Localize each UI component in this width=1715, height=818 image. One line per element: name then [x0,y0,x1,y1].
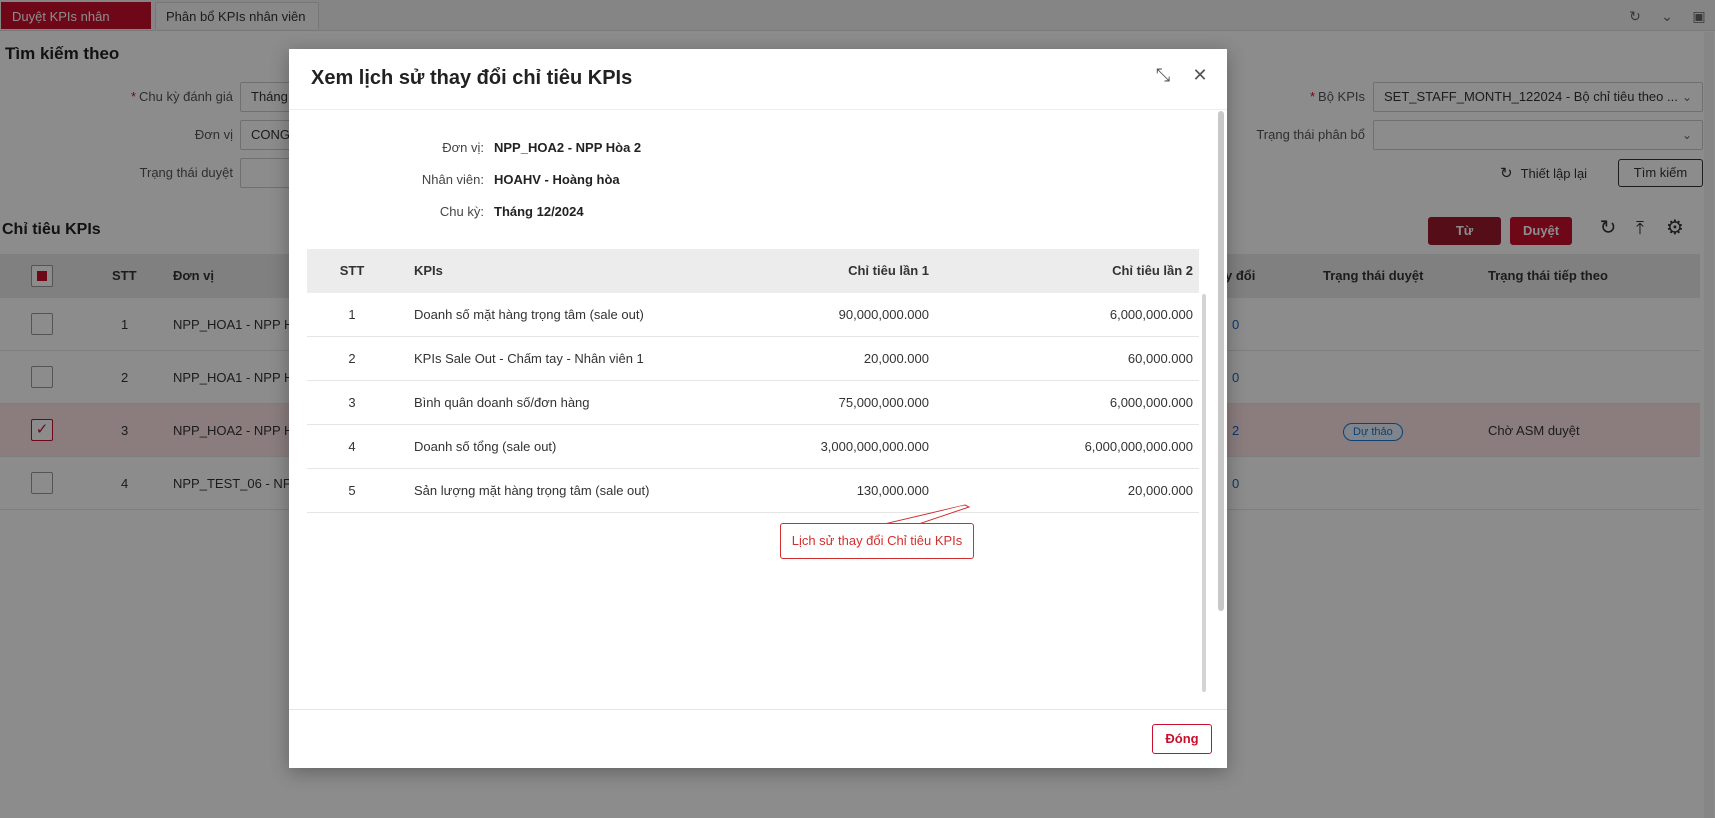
row-target-2: 6,000,000.000 [1109,395,1193,410]
history-table-header: STT KPIs Chỉ tiêu lần 1 Chỉ tiêu lần 2 [307,249,1199,293]
info-employee-value: HOAHV - Hoàng hòa [494,172,620,187]
row-kpi: Doanh số mặt hàng trọng tâm (sale out) [414,307,644,322]
table-row: 4 Doanh số tổng (sale out) 3,000,000,000… [307,425,1199,469]
modal-title: Xem lịch sử thay đổi chỉ tiêu KPIs [311,67,633,89]
row-kpi: Doanh số tổng (sale out) [414,439,557,454]
row-kpi: Bình quân doanh số/đơn hàng [414,395,590,410]
table-row: 1 Doanh số mặt hàng trọng tâm (sale out)… [307,293,1199,337]
row-target-2: 6,000,000,000.000 [1084,439,1193,454]
close-button[interactable]: Đóng [1152,724,1212,754]
modal-footer-divider [289,709,1227,710]
info-unit-value: NPP_HOA2 - NPP Hòa 2 [494,140,642,155]
table-scrollbar[interactable] [1202,294,1206,692]
row-stt: 1 [348,307,356,322]
close-icon[interactable]: ✕ [1188,63,1212,87]
row-stt: 5 [348,483,356,498]
row-target-1: 75,000,000.000 [838,395,929,410]
modal-scrollbar[interactable] [1218,111,1224,611]
info-cycle-label: Chu kỳ: [439,204,484,219]
header-kpis: KPIs [414,263,443,278]
expand-icon[interactable]: ⤡ [1151,63,1175,87]
row-target-1: 90,000,000.000 [838,307,929,322]
info-cycle-value: Tháng 12/2024 [494,204,584,219]
row-kpi: Sản lượng mặt hàng trọng tâm (sale out) [414,483,650,498]
row-kpi: KPIs Sale Out - Chấm tay - Nhân viên 1 [414,351,644,366]
row-stt: 4 [348,439,356,454]
annotation-callout: Lịch sử thay đổi Chỉ tiêu KPIs [780,523,974,559]
table-row: 5 Sản lượng mặt hàng trọng tâm (sale out… [307,469,1199,513]
row-target-1: 130,000.000 [856,483,929,498]
header-target-1: Chỉ tiêu lần 1 [848,263,929,278]
table-row: 2 KPIs Sale Out - Chấm tay - Nhân viên 1… [307,337,1199,381]
table-row: 3 Bình quân doanh số/đơn hàng 75,000,000… [307,381,1199,425]
row-stt: 2 [348,351,356,366]
info-employee-label: Nhân viên: [421,172,484,187]
row-target-2: 20,000.000 [1127,483,1193,498]
info-unit-label: Đơn vị: [442,140,484,155]
header-target-2: Chỉ tiêu lần 2 [1112,263,1193,278]
row-stt: 3 [348,395,356,410]
modal-header-divider [289,109,1227,110]
header-stt: STT [339,263,365,278]
row-target-2: 6,000,000.000 [1109,307,1193,322]
row-target-1: 20,000.000 [863,351,929,366]
row-target-2: 60,000.000 [1127,351,1193,366]
row-target-1: 3,000,000,000.000 [820,439,929,454]
kpi-history-modal: Xem lịch sử thay đổi chỉ tiêu KPIs ⤡ ✕ Đ… [289,49,1227,768]
